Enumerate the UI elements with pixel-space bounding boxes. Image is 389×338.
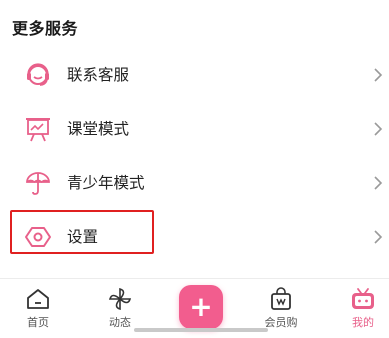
tab-mine[interactable]: 我的 xyxy=(333,279,389,338)
menu-item-label: 联系客服 xyxy=(67,66,130,84)
shopping-bag-icon xyxy=(271,287,291,310)
home-icon xyxy=(27,289,49,309)
publish-plus-button[interactable]: + xyxy=(179,285,223,329)
tab-home[interactable]: 首页 xyxy=(8,279,68,338)
tv-mascot-icon xyxy=(352,288,374,309)
highlight-box xyxy=(10,210,154,254)
menu-item-label: 青少年模式 xyxy=(67,174,145,192)
menu-item-contact-support[interactable]: 联系客服 xyxy=(0,48,389,102)
presentation-board-icon xyxy=(26,118,50,142)
umbrella-icon xyxy=(26,172,50,195)
chevron-right-icon xyxy=(374,122,383,136)
home-indicator xyxy=(134,328,268,332)
chevron-right-icon xyxy=(374,176,383,190)
menu-item-label: 课堂模式 xyxy=(67,120,130,138)
tab-label: 我的 xyxy=(352,316,374,329)
headset-icon xyxy=(27,63,49,86)
chevron-right-icon xyxy=(374,68,383,82)
menu-item-classroom-mode[interactable]: 课堂模式 xyxy=(0,102,389,156)
tab-label: 首页 xyxy=(27,316,49,329)
chevron-right-icon xyxy=(374,230,383,244)
pinwheel-icon xyxy=(108,287,132,311)
plus-icon: + xyxy=(189,290,213,323)
menu-item-teen-mode[interactable]: 青少年模式 xyxy=(0,156,389,210)
section-title: 更多服务 xyxy=(12,19,79,38)
